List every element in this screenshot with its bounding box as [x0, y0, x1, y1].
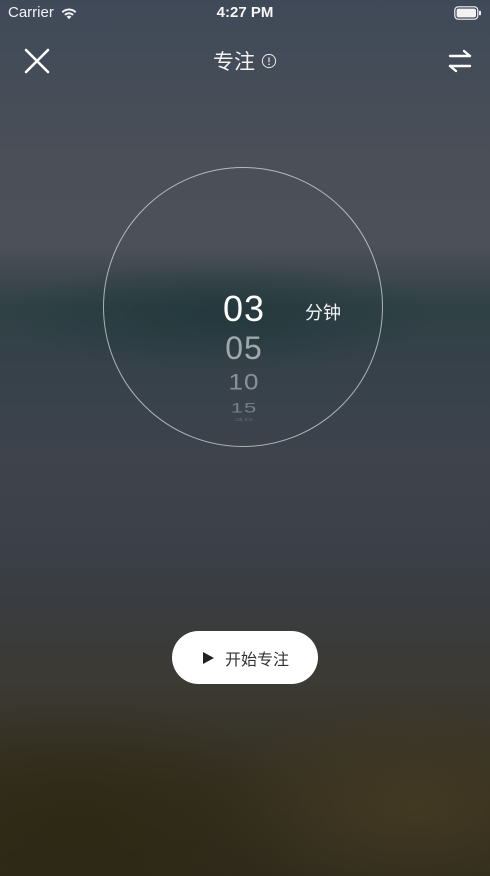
minutes-unit-label: 分钟	[305, 303, 341, 323]
page-title-group: 专注	[0, 46, 490, 76]
minutes-option[interactable]: 30	[204, 417, 284, 423]
status-bar: Carrier 4:27 PM	[0, 0, 490, 26]
play-icon	[202, 651, 214, 664]
start-focus-button[interactable]: 开始专注	[172, 631, 318, 684]
minutes-option[interactable]: 15	[204, 401, 284, 415]
page-title: 专注	[213, 51, 255, 74]
minutes-option-selected[interactable]: 03	[204, 291, 284, 327]
status-time: 4:27 PM	[216, 4, 274, 21]
start-focus-label: 开始专注	[224, 651, 289, 669]
minutes-option[interactable]: 10	[204, 371, 284, 393]
minutes-option[interactable]: 05	[204, 332, 284, 364]
info-icon[interactable]	[261, 53, 277, 69]
switch-arrows-icon[interactable]	[446, 48, 474, 74]
battery-icon	[454, 6, 481, 20]
